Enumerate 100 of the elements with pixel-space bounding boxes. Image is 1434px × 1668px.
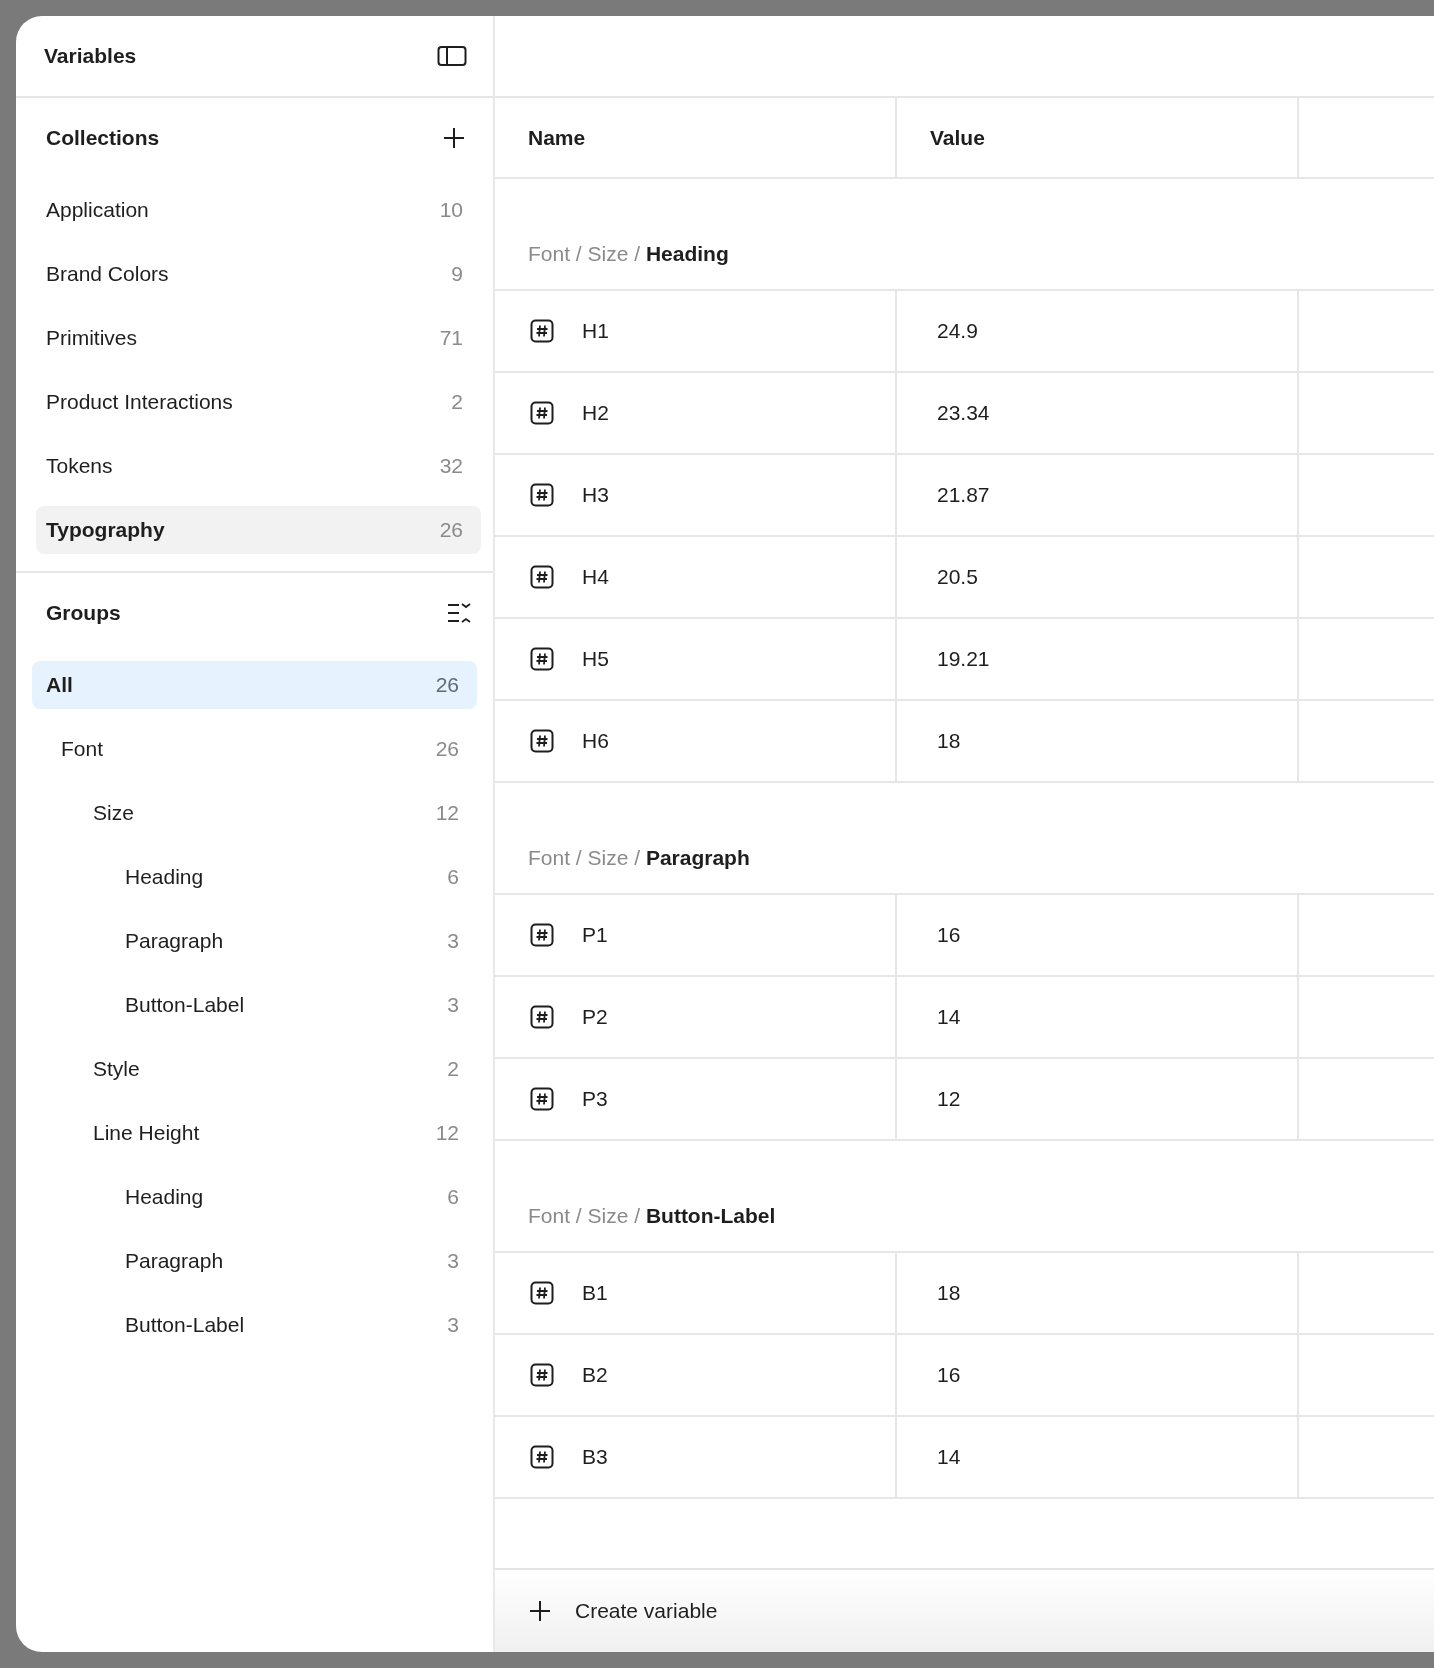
group-item[interactable]: Paragraph 3 (32, 917, 477, 965)
group-name: Button-Label (125, 993, 245, 1017)
item-count: 3 (447, 1249, 459, 1273)
item-count: 3 (447, 929, 459, 953)
variable-value: 18 (937, 1281, 961, 1305)
group-item[interactable]: Paragraph 3 (32, 1237, 477, 1285)
group-name: Heading (125, 1185, 204, 1209)
add-icon[interactable] (443, 127, 465, 149)
item-count: 26 (435, 673, 459, 697)
collection-item[interactable]: Application 10 (36, 186, 481, 234)
number-type-icon (530, 401, 554, 425)
variable-name: B3 (582, 1445, 608, 1469)
add-icon (529, 1600, 551, 1622)
panel-title: Variables (44, 44, 137, 68)
group-name: Heading (125, 865, 204, 889)
variable-value: 19.21 (937, 647, 990, 671)
item-count: 2 (451, 390, 463, 414)
item-count: 3 (447, 993, 459, 1017)
create-variable-button[interactable]: Create variable (529, 1599, 718, 1623)
collection-item[interactable]: Product Interactions 2 (36, 378, 481, 426)
variable-value: 12 (937, 1087, 961, 1111)
item-count: 2 (447, 1057, 459, 1081)
variable-name: H2 (582, 401, 609, 425)
group-path: Font / Size / Heading (528, 242, 729, 266)
group-item[interactable]: Button-Label 3 (32, 981, 477, 1029)
group-name: Font (61, 737, 104, 761)
group-item[interactable]: Heading 6 (32, 1173, 477, 1221)
number-type-icon (530, 1363, 554, 1387)
number-type-icon (530, 483, 554, 507)
item-count: 32 (439, 454, 463, 478)
variable-name: P3 (582, 1087, 608, 1111)
section-heading: Collections (46, 126, 160, 150)
item-count: 9 (451, 262, 463, 286)
collection-name: Application (46, 198, 149, 222)
variable-name: H6 (582, 729, 609, 753)
group-item[interactable]: Line Height 12 (32, 1109, 477, 1157)
number-type-icon (530, 1087, 554, 1111)
group-name: Paragraph (125, 929, 224, 953)
collection-name: Product Interactions (46, 390, 233, 414)
item-count: 6 (447, 1185, 459, 1209)
group-path: Font / Size / Paragraph (528, 846, 750, 870)
section-heading: Groups (46, 601, 121, 625)
collection-name: Primitives (46, 326, 137, 350)
collection-item[interactable]: Typography 26 (36, 506, 481, 554)
item-count: 3 (447, 1313, 459, 1337)
variable-value: 14 (937, 1005, 961, 1029)
variable-value: 20.5 (937, 565, 978, 589)
group-item[interactable]: Style 2 (32, 1045, 477, 1093)
number-type-icon (530, 1005, 554, 1029)
variable-name: P2 (582, 1005, 608, 1029)
column-header: Value (930, 125, 985, 150)
number-type-icon (530, 923, 554, 947)
group-item[interactable]: All 26 (32, 661, 477, 709)
item-count: 26 (435, 737, 459, 761)
column-header: Name (528, 125, 586, 150)
variable-value: 18 (937, 729, 961, 753)
sidebar-toggle-icon[interactable] (437, 45, 467, 67)
variable-value: 16 (937, 1363, 961, 1387)
variable-name: B1 (582, 1281, 608, 1305)
collection-name: Typography (46, 518, 165, 542)
collection-name: Tokens (46, 454, 113, 478)
group-item[interactable]: Button-Label 3 (32, 1301, 477, 1349)
collection-item[interactable]: Primitives 71 (36, 314, 481, 362)
group-name: Style (93, 1057, 140, 1081)
number-type-icon (530, 1281, 554, 1305)
variable-name: H1 (582, 319, 609, 343)
number-type-icon (530, 729, 554, 753)
group-item[interactable]: Heading 6 (32, 853, 477, 901)
number-type-icon (530, 319, 554, 343)
variable-value: 21.87 (937, 483, 990, 507)
variable-name: H5 (582, 647, 609, 671)
collection-name: Brand Colors (46, 262, 169, 286)
number-type-icon (530, 1445, 554, 1469)
variable-value: 23.34 (937, 401, 990, 425)
item-count: 12 (435, 801, 459, 825)
item-count: 12 (435, 1121, 459, 1145)
group-path: Font / Size / Button-Label (528, 1204, 776, 1228)
variable-name: H4 (582, 565, 609, 589)
variable-value: 24.9 (937, 319, 978, 343)
variable-value: 14 (937, 1445, 961, 1469)
expand-collapse-icon[interactable] (447, 601, 473, 625)
variable-name: P1 (582, 923, 608, 947)
number-type-icon (530, 565, 554, 589)
group-name: Button-Label (125, 1313, 245, 1337)
variable-value: 16 (937, 923, 961, 947)
number-type-icon (530, 647, 554, 671)
variable-name: H3 (582, 483, 609, 507)
collection-item[interactable]: Brand Colors 9 (36, 250, 481, 298)
group-name: All (46, 673, 73, 697)
group-item[interactable]: Size 12 (32, 789, 477, 837)
item-count: 71 (439, 326, 463, 350)
collection-item[interactable]: Tokens 32 (36, 442, 481, 490)
variable-name: B2 (582, 1363, 608, 1387)
group-name: Size (93, 801, 134, 825)
item-count: 10 (439, 198, 463, 222)
group-item[interactable]: Font 26 (32, 725, 477, 773)
item-count: 26 (439, 518, 463, 542)
item-count: 6 (447, 865, 459, 889)
group-name: Paragraph (125, 1249, 224, 1273)
group-name: Line Height (93, 1121, 200, 1145)
